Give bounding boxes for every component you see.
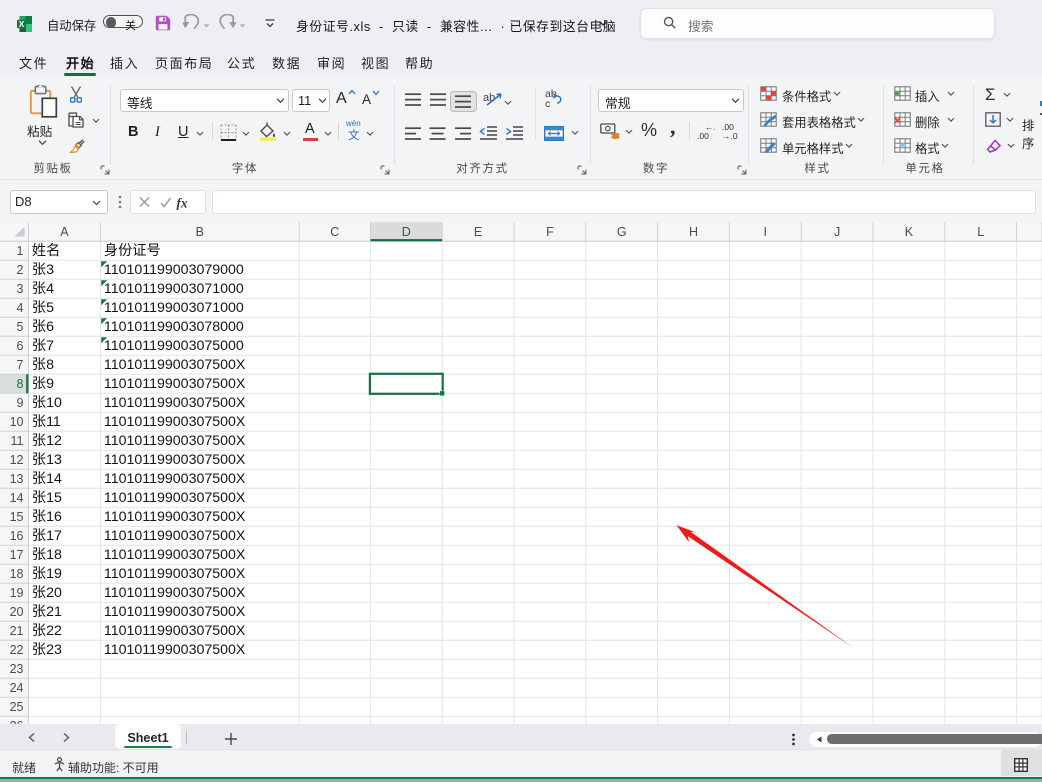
- svg-text:J: J: [834, 225, 840, 239]
- svg-text:I: I: [764, 225, 767, 239]
- svg-text:A: A: [60, 225, 69, 239]
- svg-text:姓名: 姓名: [32, 243, 60, 259]
- svg-text:ab: ab: [483, 92, 495, 104]
- svg-text:25: 25: [10, 700, 24, 714]
- svg-text:110101199003071000: 110101199003071000: [104, 281, 244, 297]
- svg-text:张3: 张3: [32, 262, 54, 278]
- svg-text:7: 7: [17, 358, 24, 372]
- svg-text:11010119900307500X: 11010119900307500X: [104, 395, 246, 411]
- svg-text:L: L: [977, 225, 984, 239]
- svg-text:17: 17: [10, 548, 24, 562]
- svg-text:D: D: [402, 225, 411, 239]
- svg-text:11: 11: [11, 434, 24, 448]
- svg-text:21: 21: [10, 624, 24, 638]
- svg-text:11010119900307500X: 11010119900307500X: [104, 414, 246, 430]
- svg-text:B: B: [196, 225, 204, 239]
- svg-text:F: F: [546, 225, 554, 239]
- svg-text:张22: 张22: [32, 623, 62, 639]
- svg-text:张4: 张4: [32, 281, 54, 297]
- svg-text:18: 18: [10, 567, 24, 581]
- svg-text:2: 2: [17, 263, 24, 277]
- svg-text:1: 1: [17, 244, 24, 258]
- svg-text:张18: 张18: [32, 547, 62, 563]
- svg-text:.00: .00: [697, 131, 709, 140]
- svg-text:身份证号: 身份证号: [104, 243, 161, 259]
- svg-text:10: 10: [10, 415, 24, 429]
- svg-text:c: c: [545, 98, 550, 108]
- svg-text:5: 5: [17, 320, 24, 334]
- svg-text:15: 15: [10, 510, 24, 524]
- svg-text:张20: 张20: [32, 585, 62, 601]
- svg-text:11010119900307500X: 11010119900307500X: [104, 471, 246, 487]
- svg-text:11010119900307500X: 11010119900307500X: [104, 547, 246, 563]
- svg-text:11010119900307500X: 11010119900307500X: [104, 376, 246, 392]
- svg-text:E: E: [474, 225, 482, 239]
- svg-text:3: 3: [17, 282, 24, 296]
- svg-text:11010119900307500X: 11010119900307500X: [104, 452, 246, 468]
- svg-text:X: X: [19, 19, 25, 28]
- svg-text:张17: 张17: [32, 528, 62, 544]
- svg-text:11010119900307500X: 11010119900307500X: [104, 623, 246, 639]
- svg-text:张21: 张21: [32, 604, 62, 620]
- svg-text:11010119900307500X: 11010119900307500X: [104, 357, 246, 373]
- svg-text:11010119900307500X: 11010119900307500X: [104, 585, 246, 601]
- svg-text:fx: fx: [176, 196, 187, 211]
- svg-text:16: 16: [10, 529, 24, 543]
- svg-text:张5: 张5: [32, 300, 54, 316]
- svg-text:110101199003078000: 110101199003078000: [104, 319, 244, 335]
- svg-text:20: 20: [10, 605, 24, 619]
- svg-text:12: 12: [10, 453, 24, 467]
- svg-text:11010119900307500X: 11010119900307500X: [104, 604, 246, 620]
- svg-text:H: H: [689, 225, 698, 239]
- svg-text:8: 8: [17, 377, 24, 391]
- svg-text:→.0: →.0: [722, 131, 738, 140]
- svg-text:张19: 张19: [32, 566, 62, 582]
- svg-text:C: C: [330, 225, 339, 239]
- svg-text:K: K: [905, 225, 914, 239]
- svg-text:张9: 张9: [32, 376, 54, 392]
- svg-text:张23: 张23: [32, 642, 62, 658]
- svg-text:张10: 张10: [32, 395, 62, 411]
- svg-text:G: G: [617, 225, 627, 239]
- svg-text:11010119900307500X: 11010119900307500X: [104, 490, 246, 506]
- svg-text:张15: 张15: [32, 490, 62, 506]
- svg-text:11010119900307500X: 11010119900307500X: [104, 566, 246, 582]
- svg-text:23: 23: [10, 662, 24, 676]
- svg-text:13: 13: [10, 472, 24, 486]
- svg-text:张11: 张11: [32, 414, 61, 430]
- svg-text:张14: 张14: [32, 471, 62, 487]
- svg-text:19: 19: [10, 586, 24, 600]
- svg-text:110101199003071000: 110101199003071000: [104, 300, 244, 316]
- svg-text:张12: 张12: [32, 433, 62, 449]
- svg-text:110101199003075000: 110101199003075000: [104, 338, 244, 354]
- svg-text:张13: 张13: [32, 452, 62, 468]
- svg-text:9: 9: [17, 396, 24, 410]
- svg-text:14: 14: [10, 491, 24, 505]
- svg-text:张16: 张16: [32, 509, 62, 525]
- svg-text:11010119900307500X: 11010119900307500X: [104, 433, 246, 449]
- svg-text:张7: 张7: [32, 338, 54, 354]
- svg-text:4: 4: [17, 301, 24, 315]
- svg-text:张6: 张6: [32, 319, 54, 335]
- svg-text:22: 22: [10, 643, 24, 657]
- svg-text:11010119900307500X: 11010119900307500X: [104, 528, 246, 544]
- svg-text:24: 24: [10, 681, 24, 695]
- svg-text:6: 6: [17, 339, 24, 353]
- svg-text:张8: 张8: [32, 357, 54, 373]
- svg-text:11010119900307500X: 11010119900307500X: [104, 509, 246, 525]
- svg-text:110101199003079000: 110101199003079000: [104, 262, 244, 278]
- svg-text:11010119900307500X: 11010119900307500X: [104, 642, 246, 658]
